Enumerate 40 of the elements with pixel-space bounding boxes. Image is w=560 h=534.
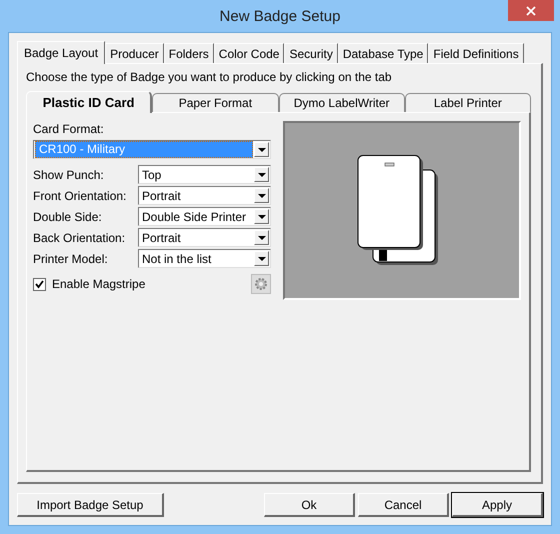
gear-icon	[254, 277, 268, 291]
caret-icon	[254, 188, 269, 203]
dropdown[interactable]: Double Side Printer	[138, 207, 271, 226]
caret-icon	[254, 230, 269, 245]
tab[interactable]: Paper Format	[152, 93, 278, 112]
dialog-button[interactable]: Import Badge Setup	[17, 493, 164, 517]
dropdown[interactable]: Not in the list	[138, 249, 271, 268]
tab[interactable]: Label Printer	[404, 93, 531, 112]
instruction-text: Choose the type of Badge you want to produce by clicking on the tab	[26, 70, 393, 84]
field-label: Show Punch:	[33, 166, 104, 182]
tab[interactable]: Producer	[105, 43, 164, 63]
field-label: Double Side:	[33, 208, 102, 224]
close-button[interactable]	[508, 0, 554, 21]
tab[interactable]: Dymo LabelWriter	[278, 93, 405, 112]
dropdown[interactable]: Top	[138, 165, 271, 184]
field-label: Back Orientation:	[33, 230, 126, 246]
field-label: Printer Model:	[33, 250, 108, 266]
dialog-button[interactable]: Ok	[264, 493, 355, 517]
caret-icon	[254, 142, 269, 157]
tab[interactable]: Field Definitions	[428, 43, 524, 63]
dropdown[interactable]: Portrait	[138, 228, 271, 247]
tab[interactable]: Color Code	[214, 43, 284, 63]
dialog-button[interactable]: Apply	[452, 493, 543, 517]
field-label: Front Orientation:	[33, 188, 126, 204]
close-icon	[526, 6, 536, 16]
magstripe-checkbox[interactable]: Enable Magstripe	[33, 277, 146, 291]
tab[interactable]: Database Type	[338, 43, 428, 63]
caret-icon	[254, 209, 269, 224]
tab[interactable]: Folders	[164, 43, 214, 63]
caret-icon	[254, 251, 269, 266]
field-label: Card Format:	[33, 121, 105, 137]
tab[interactable]: Security	[284, 43, 338, 63]
caret-icon	[254, 167, 269, 182]
tab[interactable]: Badge Layout	[17, 41, 106, 64]
dropdown[interactable]: Portrait	[138, 186, 271, 205]
dialog-button[interactable]: Cancel	[358, 493, 449, 517]
tab[interactable]: Plastic ID Card	[26, 91, 152, 113]
window-title: New Badge Setup	[220, 8, 340, 24]
settings-button[interactable]	[251, 274, 271, 294]
checkbox[interactable]	[33, 278, 46, 290]
